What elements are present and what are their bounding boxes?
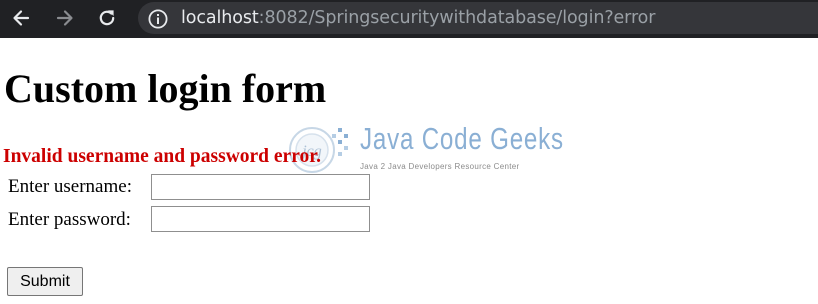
url-host: localhost xyxy=(181,8,259,28)
arrow-left-icon xyxy=(13,10,30,26)
password-field[interactable] xyxy=(151,206,370,232)
url-text[interactable]: localhost:8082/Springsecuritywithdatabas… xyxy=(181,7,655,29)
forward-button[interactable] xyxy=(52,5,78,31)
watermark-name: Java Code Geeks xyxy=(360,121,564,156)
watermark-tagline: Java 2 Java Developers Resource Center xyxy=(360,162,520,171)
username-field[interactable] xyxy=(151,174,370,200)
url-path: :8082/Springsecuritywithdatabase/login?e… xyxy=(258,8,656,28)
info-icon xyxy=(148,9,168,29)
reload-icon xyxy=(99,10,115,26)
page-content: Custom login form jcg Java Code Geeks Ja… xyxy=(0,38,818,304)
username-label: Enter username: xyxy=(8,176,132,197)
password-label: Enter password: xyxy=(8,209,131,230)
error-message: Invalid username and password error. xyxy=(3,146,321,167)
submit-button[interactable]: Submit xyxy=(7,267,83,296)
back-button[interactable] xyxy=(8,5,34,31)
page-title: Custom login form xyxy=(4,66,327,111)
arrow-right-icon xyxy=(56,10,73,26)
site-info-button[interactable] xyxy=(147,8,169,30)
browser-toolbar: localhost:8082/Springsecuritywithdatabas… xyxy=(0,0,818,38)
watermark-logo: jcg Java Code Geeks Java 2 Java Develope… xyxy=(288,118,563,180)
reload-button[interactable] xyxy=(94,5,120,31)
